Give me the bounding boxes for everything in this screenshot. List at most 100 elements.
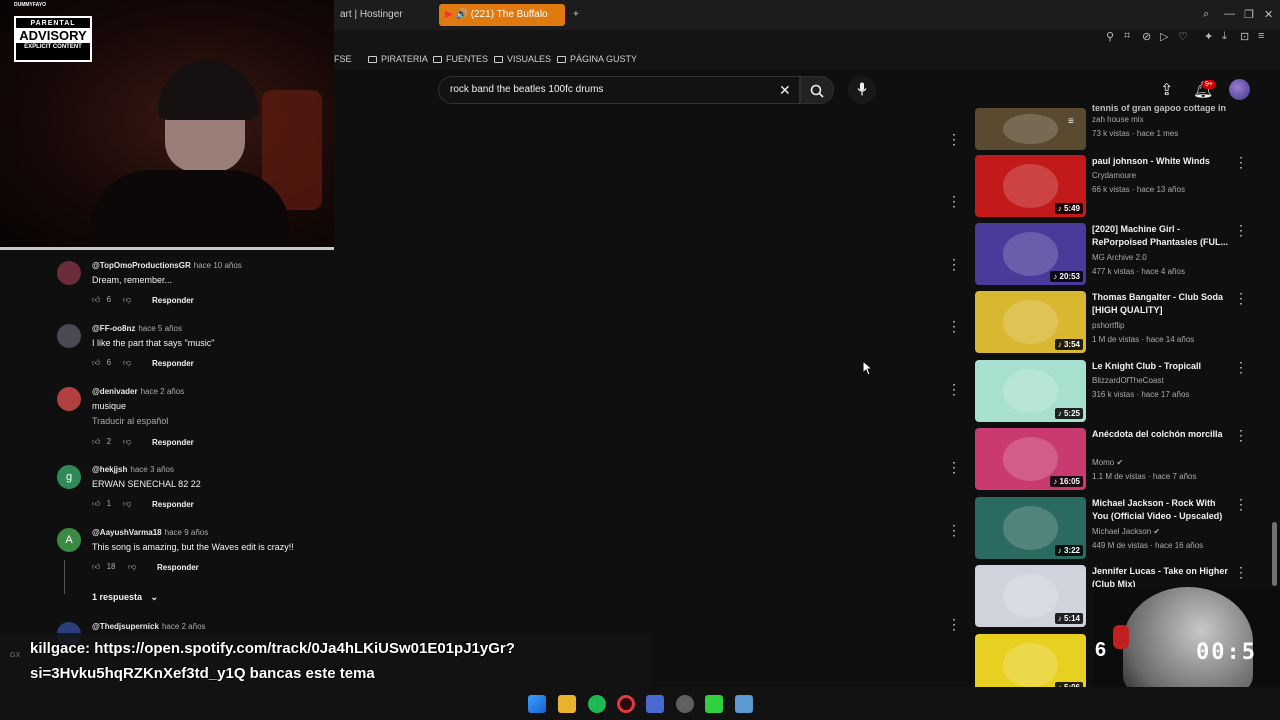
reply-button[interactable]: Responder [152,500,194,509]
dislike-button[interactable]: 👎︎ [123,295,131,305]
video-title[interactable]: [2020] Machine Girl - RePorpoised Phanta… [1092,223,1232,249]
reply-button[interactable]: Responder [152,438,194,447]
comment-avatar[interactable] [57,261,81,285]
video-channel[interactable]: Momo ✔︎ [1092,458,1123,467]
block-icon[interactable]: ⊘ [1142,30,1151,43]
minimize-icon[interactable]: — [1224,8,1235,20]
video-thumbnail[interactable]: ♪ 3:54 [975,291,1086,353]
more-options-icon[interactable]: ⋮ [947,382,961,396]
more-options-icon[interactable]: ⋮ [1234,155,1248,169]
dislike-button[interactable]: 👎︎ [128,562,136,572]
pin-icon[interactable]: ⚲ [1106,30,1114,43]
more-options-icon[interactable]: ⋮ [947,194,961,208]
tab-hostinger[interactable]: art | Hostinger [334,4,409,26]
bookmark-pirateria[interactable]: PIRATERIA [368,52,428,66]
upload-icon[interactable]: ⇪ [1160,80,1173,100]
search-button[interactable] [800,76,834,104]
translate-link[interactable]: Traducir al español [92,416,168,426]
file-explorer-icon[interactable] [558,695,576,713]
more-options-icon[interactable]: ⋮ [947,132,961,146]
more-options-icon[interactable]: ⋮ [947,460,961,474]
video-thumbnail[interactable]: ♪ 5:49 [975,155,1086,217]
video-title[interactable]: paul johnson - White Winds [1092,155,1232,168]
like-button[interactable]: 👍︎ 18 [92,562,116,572]
start-icon[interactable] [528,695,546,713]
comment-author[interactable]: @TopOmoProductionsGR hace 10 años [92,261,242,270]
bookmark-visuales[interactable]: VISUALES [494,52,551,66]
like-button[interactable]: 👍︎ 6 [92,358,111,368]
comment-avatar[interactable] [57,324,81,348]
new-tab-button[interactable]: + [567,4,585,26]
video-title[interactable]: tennis of gran gapoo cottage in ... [1092,102,1232,115]
video-thumbnail[interactable]: ♪ 16:05 [975,428,1086,490]
video-channel[interactable]: Crydamoure [1092,171,1136,180]
search-input[interactable]: rock band the beatles 100fc drums ✕ [438,76,800,104]
comment-avatar[interactable]: A [57,528,81,552]
play-icon[interactable]: ▷ [1160,30,1168,43]
discord-icon[interactable] [646,695,664,713]
comment-author[interactable]: @AayushVarma18 hace 9 años [92,528,208,537]
extensions-icon[interactable]: ✦ [1204,30,1213,43]
video-channel[interactable]: pshortflip [1092,321,1124,330]
opera-gx-icon[interactable] [617,695,635,713]
dislike-button[interactable]: 👎︎ [123,358,131,368]
video-title[interactable]: Anécdota del colchón morcilla [1092,428,1232,441]
more-options-icon[interactable]: ⋮ [1234,360,1248,374]
video-thumbnail[interactable]: ♪ 3:22 [975,497,1086,559]
video-thumbnail[interactable] [975,108,1086,150]
search-tabs-icon[interactable]: ⌕ [1203,8,1209,21]
kick-icon[interactable] [705,695,723,713]
more-options-icon[interactable]: ⋮ [947,523,961,537]
more-options-icon[interactable]: ⋮ [1234,565,1248,579]
reply-button[interactable]: Responder [152,359,194,368]
more-options-icon[interactable]: ⋮ [1234,497,1248,511]
video-channel[interactable]: MG Archive 2.0 [1092,253,1147,262]
bookmark-pagina-gusty[interactable]: PÁGINA GUSTY [557,52,637,66]
comment-avatar[interactable] [57,387,81,411]
maximize-icon[interactable]: ❐ [1244,8,1254,21]
more-options-icon[interactable]: ⋮ [1234,223,1248,237]
comment-author[interactable]: @hekjjsh hace 3 años [92,465,174,474]
like-button[interactable]: 👍︎ 6 [92,295,111,305]
like-button[interactable]: 👍︎ 1 [92,499,111,509]
bookmark-fse[interactable]: FSE [334,52,352,66]
more-options-icon[interactable]: ⋮ [947,319,961,333]
comment-author[interactable]: @denivader hace 2 años [92,387,184,396]
video-title[interactable]: Thomas Bangalter - Club Soda [HIGH QUALI… [1092,291,1232,317]
heart-icon[interactable]: ♡ [1178,30,1188,43]
reply-button[interactable]: Responder [152,296,194,305]
voice-search-button[interactable] [848,76,876,104]
scrollbar-thumb[interactable] [1272,522,1277,586]
video-title[interactable]: Michael Jackson - Rock With You (Officia… [1092,497,1232,523]
video-thumbnail[interactable]: ♪ 5:14 [975,565,1086,627]
dislike-button[interactable]: 👎︎ [123,437,131,447]
lock-icon[interactable]: ⊡ [1240,30,1249,43]
close-window-icon[interactable]: ✕ [1264,8,1273,21]
video-channel[interactable]: Michael Jackson ✔︎ [1092,527,1160,536]
clear-search-icon[interactable]: ✕ [779,77,791,103]
tab-youtube[interactable]: ▶ 🔊 (221) The Buffalo Bunc [439,4,565,42]
more-options-icon[interactable]: ⋮ [1234,291,1248,305]
more-options-icon[interactable]: ⋮ [947,617,961,631]
comment-avatar[interactable]: g [57,465,81,489]
video-channel[interactable]: zah house mix [1092,115,1144,124]
reply-button[interactable]: Responder [157,563,199,572]
video-title[interactable]: Le Knight Club - Tropicall [1092,360,1232,373]
spotify-icon[interactable] [588,695,606,713]
bookmark-fuentes[interactable]: FUENTES [433,52,488,66]
more-options-icon[interactable]: ⋮ [947,257,961,271]
comment-author[interactable]: @Thedjsupernick hace 2 años [92,622,206,631]
like-button[interactable]: 👍︎ 2 [92,437,111,447]
video-channel[interactable]: BlizzardOfTheCoast [1092,376,1164,385]
replies-toggle[interactable]: 1 respuesta ⌄ [92,592,158,603]
snapshot-icon[interactable]: ⌗ [1124,30,1130,43]
avatar[interactable] [1229,79,1250,100]
notepad-icon[interactable] [735,695,753,713]
video-thumbnail[interactable]: ♪ 5:25 [975,360,1086,422]
comment-author[interactable]: @FF-oo8nz hace 5 años [92,324,182,333]
video-thumbnail[interactable]: ♪ 20:53 [975,223,1086,285]
dislike-button[interactable]: 👎︎ [123,499,131,509]
more-options-icon[interactable]: ⋮ [1234,428,1248,442]
obs-icon[interactable] [676,695,694,713]
menu-icon[interactable]: ≡ [1258,30,1264,42]
